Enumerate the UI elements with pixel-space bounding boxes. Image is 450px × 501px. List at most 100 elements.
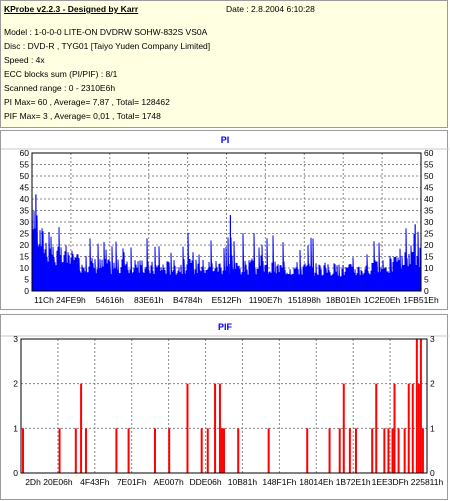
app-title: KProbe v2.2.3 - Designed by Karr [4, 4, 139, 14]
pif-bar [127, 428, 130, 473]
pif-stats-line: PIF Max= 3 , Average= 0,01 , Total= 1748 [4, 111, 161, 121]
y-tick-left: 20 [20, 240, 30, 250]
pif-bar [200, 428, 203, 473]
pif-bar [421, 428, 424, 473]
pi-stats-line: PI Max= 60 , Average= 7,87 , Total= 1284… [4, 97, 170, 107]
x-tick-label: 18014Eh [299, 477, 333, 487]
y-tick-right: 15 [424, 252, 434, 262]
x-tick-label: 18B01Eh [326, 295, 361, 305]
y-tick-left: 60 [20, 148, 30, 158]
pif-bar [375, 383, 378, 473]
pif-bar [391, 428, 394, 473]
scanned-range-line: Scanned range : 0 - 2310E6h [4, 83, 116, 93]
y-tick-left: 50 [20, 171, 30, 181]
chart-title: PI [221, 135, 230, 145]
pif-bar [58, 428, 61, 473]
y-tick-right: 25 [424, 229, 434, 239]
x-tick-label: B4784h [173, 295, 203, 305]
x-tick-label: 83E61h [134, 295, 164, 305]
x-tick-label: 1C2E0Eh [364, 295, 401, 305]
pif-bar [387, 428, 390, 473]
y-tick-left: 45 [20, 183, 30, 193]
pif-bar [371, 428, 374, 473]
x-tick-label: 7E01Fh [117, 477, 147, 487]
y-tick-left: 3 [13, 334, 18, 344]
pif-bar [214, 383, 217, 473]
pif-bar [383, 428, 386, 473]
speed-line: Speed : 4x [4, 55, 45, 65]
y-tick-left: 40 [20, 194, 30, 204]
pif-bar [417, 383, 420, 473]
pi-chart: PI0 05 510 1015 1520 2025 2530 3035 3540 4045 4550… [1, 135, 449, 305]
pif-bar [22, 428, 25, 473]
pif-bar [348, 428, 351, 473]
y-tick-left: 15 [20, 252, 30, 262]
y-tick-right: 5 [424, 275, 429, 285]
y-tick-left: 35 [20, 206, 30, 216]
pif-bar [354, 428, 357, 473]
chart-title: PIF [218, 322, 233, 332]
pi-chart-panel: PI 0 0 5 5 10 10 15 15 20 20 25 25 30 30 35 35 40 40 45 45 50… [0, 130, 449, 310]
pif-bar [237, 428, 240, 473]
pif-bar [80, 383, 83, 473]
x-tick-label: 151898h [288, 295, 321, 305]
y-tick-left: 55 [20, 160, 30, 170]
ecc-sum-line: ECC blocks sum (PI/PIF) : 8/1 [4, 69, 118, 79]
x-tick-label: 1B72E1h [336, 477, 371, 487]
y-tick-right: 35 [424, 206, 434, 216]
y-tick-right: 60 [424, 148, 434, 158]
pif-bar [397, 428, 400, 473]
y-tick-right: 10 [424, 263, 434, 273]
x-tick-label: 225811h [411, 477, 444, 487]
pif-chart: PIF0 01 12 23 32Dh 20E06h 4F43Fh 7E01Fh AE007h DD… [1, 322, 449, 487]
pif-bar [328, 428, 331, 473]
pif-bar [267, 428, 270, 473]
model-line: Model : 1-0-0-0 LITE-ON DVDRW SOHW-832S … [4, 27, 208, 37]
x-tick-label: AE007h [154, 477, 185, 487]
x-tick-label: 1190E7h [249, 295, 283, 305]
x-tick-label: 54616h [96, 295, 125, 305]
x-tick-label: 24FE9h [56, 295, 86, 305]
y-tick-right: 45 [424, 183, 434, 193]
x-tick-label: DDE06h [189, 477, 221, 487]
x-tick-label: 1EE3DFh [372, 477, 409, 487]
scan-date: Date : 2.8.2004 6:10:28 [226, 4, 315, 14]
y-tick-right: 20 [424, 240, 434, 250]
pif-bar [415, 339, 418, 473]
pif-bar [74, 428, 77, 473]
y-tick-right: 1 [430, 423, 435, 433]
y-tick-left: 25 [20, 229, 30, 239]
pif-bar [338, 428, 341, 473]
y-tick-left: 5 [24, 275, 29, 285]
y-tick-right: 40 [424, 194, 434, 204]
y-tick-right: 50 [424, 171, 434, 181]
pif-bar [84, 428, 87, 473]
y-tick-right: 2 [430, 379, 435, 389]
y-tick-right: 55 [424, 160, 434, 170]
pif-bar [115, 428, 118, 473]
pif-bar [407, 383, 410, 473]
x-tick-label: 4F43Fh [80, 477, 110, 487]
pif-bar [153, 428, 156, 473]
x-tick-label: 11Ch [34, 295, 54, 305]
y-tick-left: 0 [13, 468, 18, 478]
y-tick-right: 3 [430, 334, 435, 344]
x-tick-label: 1FB51Eh [403, 295, 439, 305]
y-tick-left: 10 [20, 263, 30, 273]
x-tick-label: 2Dh [25, 477, 41, 487]
pif-chart-panel: PIF 0 0 1 1 2 2 3 3 2Dh 20E06h 4F43Fh 7E01Fh AE007h DD… [0, 314, 449, 500]
x-tick-label: 148F1Fh [262, 477, 296, 487]
y-tick-left: 30 [20, 217, 30, 227]
x-tick-label: 10B81h [228, 477, 258, 487]
y-tick-left: 2 [13, 379, 18, 389]
y-tick-left: 1 [13, 423, 18, 433]
pif-bar [306, 428, 309, 473]
y-tick-right: 30 [424, 217, 434, 227]
pif-bar [220, 428, 223, 473]
pif-bar [411, 383, 414, 473]
pif-bar [403, 428, 406, 473]
pif-bar [342, 383, 345, 473]
pif-bar [206, 428, 209, 473]
info-panel: KProbe v2.2.3 - Designed by Karr Date : … [0, 0, 448, 128]
pif-bar [186, 383, 189, 473]
